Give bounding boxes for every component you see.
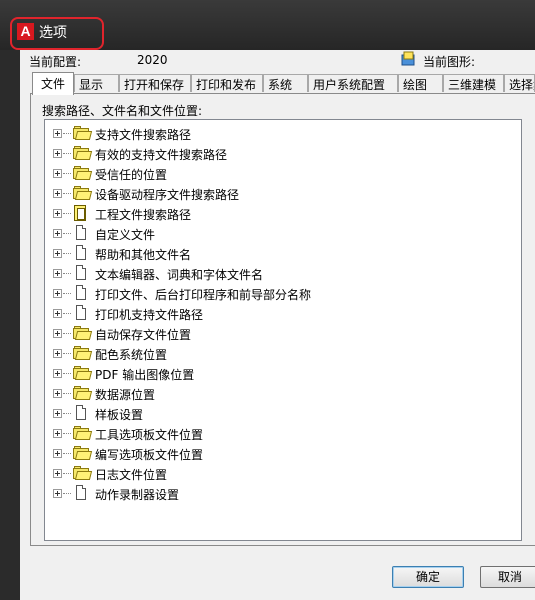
tree-item-working-support-path[interactable]: 有效的支持文件搜索路径 <box>45 143 521 163</box>
tree-item-project-files-path[interactable]: 工程文件搜索路径 <box>45 203 521 223</box>
tab-drafting[interactable]: 绘图 <box>398 74 443 92</box>
tree-item-label: PDF 输出图像位置 <box>95 368 195 382</box>
document-icon <box>76 285 86 300</box>
tab-system[interactable]: 系统 <box>263 74 308 92</box>
tree-item-printer-support-path[interactable]: 打印机支持文件路径 <box>45 303 521 323</box>
current-drawing-label: 当前图形: <box>423 55 476 69</box>
tab-files[interactable]: 文件 <box>32 72 74 95</box>
window-title: 选项 <box>39 25 67 41</box>
tree-item-autosave-location[interactable]: 自动保存文件位置 <box>45 323 521 343</box>
expand-icon[interactable] <box>53 369 62 378</box>
expand-icon[interactable] <box>53 129 62 138</box>
tree-item-label: 打印机支持文件路径 <box>95 308 204 322</box>
tree-item-data-sources-location[interactable]: 数据源位置 <box>45 383 521 403</box>
tree-item-label: 支持文件搜索路径 <box>95 128 192 142</box>
tab-open-save[interactable]: 打开和保存 <box>119 74 191 92</box>
folder-icon <box>73 366 93 380</box>
tree-item-label: 文本编辑器、词典和字体文件名 <box>95 268 264 282</box>
tree-item-label: 工具选项板文件位置 <box>95 428 204 442</box>
expand-icon[interactable] <box>53 229 62 238</box>
expand-icon[interactable] <box>53 309 62 318</box>
tree-item-label: 编写选项板文件位置 <box>95 448 204 462</box>
tree-item-help-misc-files[interactable]: 帮助和其他文件名 <box>45 243 521 263</box>
document-icon <box>76 265 86 280</box>
tab-display[interactable]: 显示 <box>74 74 119 92</box>
tab-plot-publish[interactable]: 打印和发布 <box>191 74 263 92</box>
expand-icon[interactable] <box>53 329 62 338</box>
folder-icon <box>73 446 93 460</box>
expand-icon[interactable] <box>53 489 62 498</box>
tree-item-label: 配色系统位置 <box>95 348 168 362</box>
document-icon <box>76 485 86 500</box>
tree-item-label: 自定义文件 <box>95 228 156 242</box>
tree-item-label: 帮助和其他文件名 <box>95 248 192 262</box>
tab-selection[interactable]: 选择集 <box>504 74 535 92</box>
tree-item-tool-palettes-location[interactable]: 工具选项板文件位置 <box>45 423 521 443</box>
expand-icon[interactable] <box>53 249 62 258</box>
expand-icon[interactable] <box>53 389 62 398</box>
folder-icon <box>73 426 93 440</box>
search-paths-label: 搜索路径、文件名和文件位置: <box>42 104 203 118</box>
file-paths-tree[interactable]: 支持文件搜索路径 有效的支持文件搜索路径 受信任的位置 设备驱动程序文件搜索路径 <box>44 119 522 541</box>
title-bar: A 选项 <box>0 0 535 50</box>
tree-item-action-recorder-settings[interactable]: 动作录制器设置 <box>45 483 521 503</box>
tree-item-text-editor-font-files[interactable]: 文本编辑器、词典和字体文件名 <box>45 263 521 283</box>
current-profile-label: 当前配置: <box>29 55 82 69</box>
expand-icon[interactable] <box>53 289 62 298</box>
folder-icon <box>73 166 93 180</box>
document-icon <box>76 225 86 240</box>
folder-icon <box>73 186 93 200</box>
expand-icon[interactable] <box>53 449 62 458</box>
expand-icon[interactable] <box>53 429 62 438</box>
tree-item-label: 样板设置 <box>95 408 144 422</box>
tree-item-label: 打印文件、后台打印程序和前导部分名称 <box>95 288 312 302</box>
expand-icon[interactable] <box>53 409 62 418</box>
tree-item-label: 数据源位置 <box>95 388 156 402</box>
tree-item-label: 受信任的位置 <box>95 168 168 182</box>
folder-icon <box>73 326 93 340</box>
expand-icon[interactable] <box>53 149 62 158</box>
options-dialog: 当前配置: 2020 当前图形: 文件 显示 打开和保存 打印和发布 系统 用户… <box>20 50 535 600</box>
project-icon <box>74 205 86 221</box>
tree-item-device-driver-path[interactable]: 设备驱动程序文件搜索路径 <box>45 183 521 203</box>
cancel-button[interactable]: 取消 <box>480 566 535 588</box>
tab-user-preferences[interactable]: 用户系统配置 <box>308 74 398 92</box>
folder-icon <box>73 126 93 140</box>
tree-item-label: 有效的支持文件搜索路径 <box>95 148 228 162</box>
document-icon <box>76 305 86 320</box>
tree-item-color-book-locations[interactable]: 配色系统位置 <box>45 343 521 363</box>
tree-item-print-file-spooler[interactable]: 打印文件、后台打印程序和前导部分名称 <box>45 283 521 303</box>
tree-item-label: 日志文件位置 <box>95 468 168 482</box>
tree-item-label: 自动保存文件位置 <box>95 328 192 342</box>
tab-3d-modeling[interactable]: 三维建模 <box>443 74 504 92</box>
files-tab-panel: 搜索路径、文件名和文件位置: 支持文件搜索路径 有效的支持文件搜索路径 受信任的… <box>30 93 535 546</box>
folder-icon <box>73 386 93 400</box>
tab-strip: 文件 显示 打开和保存 打印和发布 系统 用户系统配置 绘图 三维建模 选择集 <box>32 72 535 95</box>
expand-icon[interactable] <box>53 189 62 198</box>
tree-item-support-file-search-path[interactable]: 支持文件搜索路径 <box>45 123 521 143</box>
expand-icon[interactable] <box>53 269 62 278</box>
drawing-icon <box>401 51 415 66</box>
expand-icon[interactable] <box>53 349 62 358</box>
tree-item-log-file-location[interactable]: 日志文件位置 <box>45 463 521 483</box>
tree-item-authoring-palette-location[interactable]: 编写选项板文件位置 <box>45 443 521 463</box>
folder-icon <box>73 146 93 160</box>
current-profile-value: 2020 <box>137 53 168 67</box>
expand-icon[interactable] <box>53 209 62 218</box>
folder-icon <box>73 466 93 480</box>
expand-icon[interactable] <box>53 169 62 178</box>
document-icon <box>76 245 86 260</box>
folder-icon <box>73 346 93 360</box>
expand-icon[interactable] <box>53 469 62 478</box>
tree-item-label: 工程文件搜索路径 <box>95 208 192 222</box>
autocad-app-icon: A <box>17 23 34 40</box>
tree-item-trusted-locations[interactable]: 受信任的位置 <box>45 163 521 183</box>
tree-item-label: 设备驱动程序文件搜索路径 <box>95 188 240 202</box>
document-icon <box>76 405 86 420</box>
tree-item-pdf-image-location[interactable]: PDF 输出图像位置 <box>45 363 521 383</box>
ok-button[interactable]: 确定 <box>392 566 464 588</box>
tree-item-label: 动作录制器设置 <box>95 488 180 502</box>
tree-item-customization-files[interactable]: 自定义文件 <box>45 223 521 243</box>
tree-item-template-settings[interactable]: 样板设置 <box>45 403 521 423</box>
